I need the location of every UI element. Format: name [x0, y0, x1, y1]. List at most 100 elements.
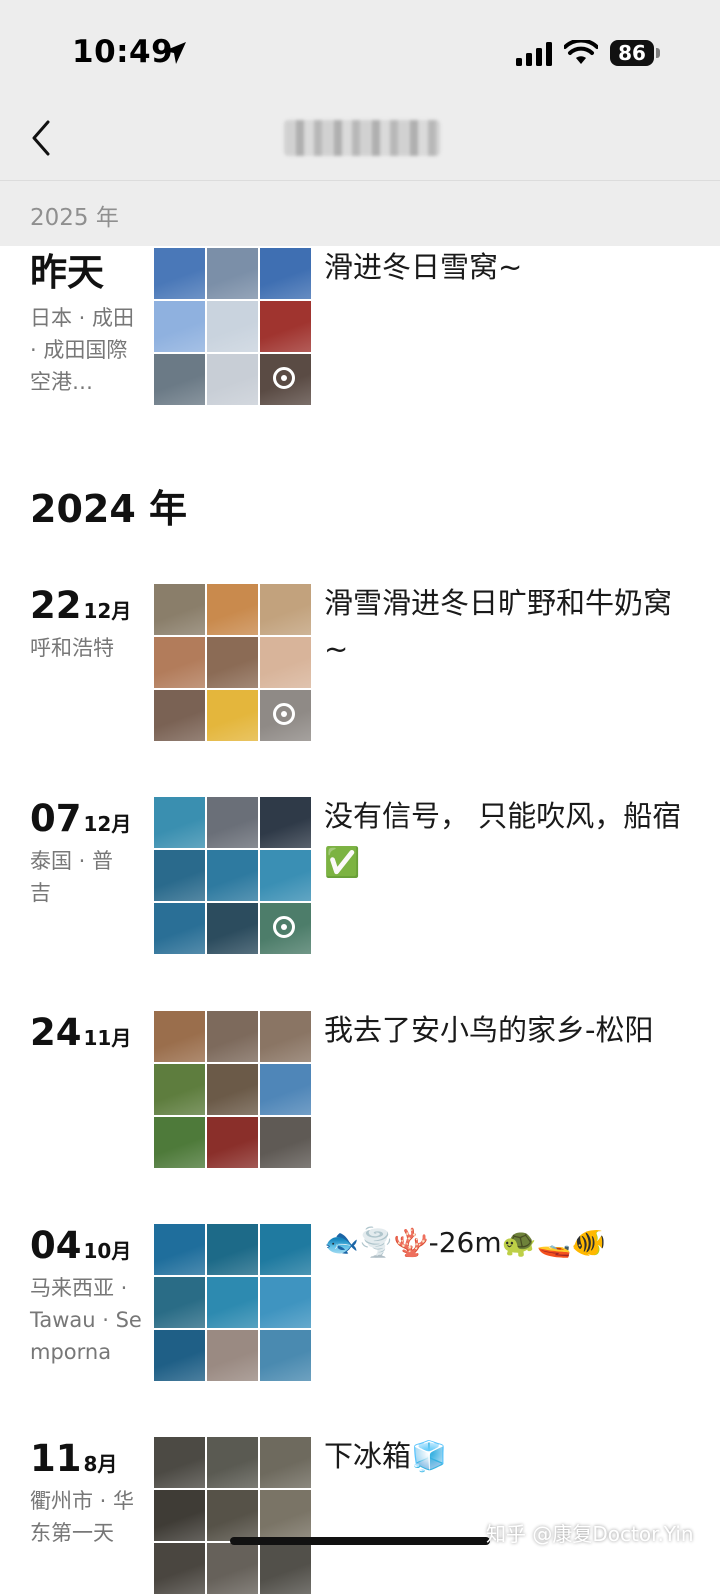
month-label: 8月 [83, 1452, 118, 1476]
month-label: 11月 [83, 1026, 132, 1050]
photo-thumbnail[interactable] [260, 301, 311, 352]
back-chevron-icon[interactable] [24, 118, 64, 158]
location-label: 呼和浩特 [30, 636, 114, 660]
moment-caption[interactable]: 我去了安小鸟的家乡-松阳 [324, 1007, 684, 1053]
moment-caption[interactable]: 🐟🌪️🪸-26m🐢🚤🐠 [324, 1220, 684, 1266]
location-label: 泰国 · 普吉 [30, 849, 114, 905]
photo-thumbnail[interactable] [154, 354, 205, 405]
photo-thumbnail[interactable] [207, 690, 258, 741]
photo-thumbnail[interactable] [207, 637, 258, 688]
photo-thumbnail[interactable] [207, 1277, 258, 1328]
day-number: 11 [30, 1437, 82, 1480]
day-number: 04 [30, 1224, 82, 1267]
photo-thumbnail[interactable] [154, 301, 205, 352]
month-label: 10月 [83, 1239, 132, 1263]
day-number: 07 [30, 797, 82, 840]
photo-thumbnail[interactable] [207, 1117, 258, 1168]
battery-indicator: 86 [610, 40, 654, 66]
top-bar: 10:49 86 2025 年 [0, 0, 720, 246]
nav-divider [0, 180, 720, 181]
date-column: 07 12月 泰国 · 普吉 [30, 797, 145, 909]
photo-thumbnail[interactable] [260, 1490, 311, 1541]
photo-thumbnail[interactable] [260, 1117, 311, 1168]
photo-thumbnail[interactable] [207, 1543, 258, 1594]
photo-thumbnail[interactable] [260, 1224, 311, 1275]
photo-thumbnail[interactable] [154, 1490, 205, 1541]
photo-thumbnail[interactable] [154, 1224, 205, 1275]
photo-thumbnail[interactable] [154, 903, 205, 954]
location-label: 日本 · 成田 · 成田国際空港… [30, 306, 135, 394]
live-photo-icon [273, 916, 295, 938]
photo-thumbnail[interactable] [207, 903, 258, 954]
moment-caption[interactable]: 滑进冬日雪窝~ [324, 244, 684, 290]
photo-thumbnail[interactable] [154, 690, 205, 741]
photo-thumbnail[interactable] [154, 1437, 205, 1488]
photo-thumbnail[interactable] [207, 1011, 258, 1062]
photo-thumbnail[interactable] [207, 850, 258, 901]
photo-thumbnail[interactable] [154, 584, 205, 635]
photo-thumbnail[interactable] [207, 584, 258, 635]
date-label-yesterday: 昨天 [30, 251, 104, 294]
photo-thumbnail[interactable] [260, 354, 311, 405]
nav-title-blurred [284, 120, 440, 156]
photo-thumbnail[interactable] [207, 354, 258, 405]
photo-grid[interactable] [154, 1011, 311, 1168]
photo-thumbnail[interactable] [154, 637, 205, 688]
date-column: 22 12月 呼和浩特 [30, 584, 145, 664]
sticky-year-header: 2025 年 [30, 205, 119, 231]
location-arrow-icon [164, 42, 186, 64]
live-photo-icon [273, 703, 295, 725]
day-number: 22 [30, 584, 82, 627]
photo-thumbnail[interactable] [260, 1277, 311, 1328]
photo-grid[interactable] [154, 584, 311, 741]
photo-thumbnail[interactable] [260, 1330, 311, 1381]
photo-thumbnail[interactable] [260, 584, 311, 635]
location-label: 衢州市 · 华东第一天 [30, 1489, 135, 1545]
month-label: 12月 [83, 812, 132, 836]
date-column: 24 11月 [30, 1011, 145, 1059]
photo-thumbnail[interactable] [260, 1437, 311, 1488]
photo-grid[interactable] [154, 248, 311, 405]
photo-thumbnail[interactable] [154, 1543, 205, 1594]
photo-thumbnail[interactable] [154, 1117, 205, 1168]
month-label: 12月 [83, 599, 132, 623]
photo-thumbnail[interactable] [154, 1330, 205, 1381]
photo-thumbnail[interactable] [207, 1490, 258, 1541]
photo-thumbnail[interactable] [260, 903, 311, 954]
photo-grid[interactable] [154, 1224, 311, 1381]
photo-thumbnail[interactable] [260, 690, 311, 741]
photo-grid[interactable] [154, 1437, 311, 1594]
photo-thumbnail[interactable] [260, 1064, 311, 1115]
moment-caption[interactable]: 滑雪滑进冬日旷野和牛奶窝~ [324, 580, 684, 672]
photo-thumbnail[interactable] [260, 1011, 311, 1062]
photo-thumbnail[interactable] [260, 1543, 311, 1594]
photo-thumbnail[interactable] [154, 1064, 205, 1115]
photo-thumbnail[interactable] [207, 248, 258, 299]
photo-thumbnail[interactable] [207, 1064, 258, 1115]
moment-caption[interactable]: 没有信号， 只能吹风，船宿✅ [324, 793, 684, 885]
cellular-signal-icon [516, 42, 552, 66]
home-indicator[interactable] [230, 1537, 490, 1545]
photo-thumbnail[interactable] [207, 1437, 258, 1488]
year-heading-2024: 2024 年 [30, 487, 187, 531]
status-time: 10:49 [72, 34, 174, 70]
photo-thumbnail[interactable] [207, 797, 258, 848]
photo-thumbnail[interactable] [207, 1224, 258, 1275]
photo-thumbnail[interactable] [154, 850, 205, 901]
photo-thumbnail[interactable] [260, 637, 311, 688]
photo-thumbnail[interactable] [154, 1011, 205, 1062]
moment-caption[interactable]: 下冰箱🧊 [324, 1433, 684, 1479]
photo-thumbnail[interactable] [207, 301, 258, 352]
photo-thumbnail[interactable] [260, 248, 311, 299]
location-label: 马来西亚 · Tawau · Semporna [30, 1276, 142, 1364]
date-column: 昨天 日本 · 成田 · 成田国際空港… [30, 248, 145, 398]
day-number: 24 [30, 1011, 82, 1054]
photo-thumbnail[interactable] [260, 850, 311, 901]
photo-thumbnail[interactable] [154, 248, 205, 299]
photo-thumbnail[interactable] [154, 797, 205, 848]
photo-thumbnail[interactable] [154, 1277, 205, 1328]
watermark-text: 知乎 @康复Doctor.Yin [486, 1522, 694, 1546]
photo-thumbnail[interactable] [207, 1330, 258, 1381]
photo-thumbnail[interactable] [260, 797, 311, 848]
photo-grid[interactable] [154, 797, 311, 954]
